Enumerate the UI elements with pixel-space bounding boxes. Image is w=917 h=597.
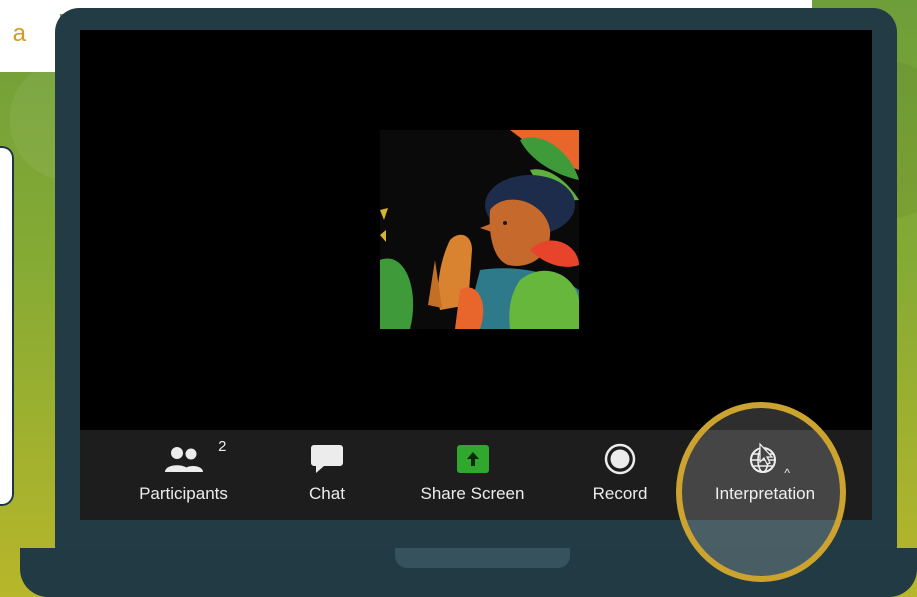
caption-card: a [0, 0, 60, 72]
caption-text: a [12, 20, 26, 47]
share-screen-label: Share Screen [420, 484, 525, 503]
participant-illustration [380, 130, 579, 329]
participant-count: 2 [218, 438, 227, 455]
interpretation-highlight-ring [676, 402, 846, 582]
share-screen-icon [456, 442, 489, 476]
participants-label: Participants [139, 484, 228, 503]
participants-icon: 2 [163, 438, 227, 476]
record-label: Record [592, 484, 648, 503]
participant-video-tile [380, 130, 579, 329]
record-button[interactable]: Record [585, 442, 655, 514]
side-panel-border [0, 146, 14, 506]
participants-button[interactable]: 2 Participants [126, 438, 241, 514]
share-screen-button[interactable]: Share Screen [405, 442, 540, 514]
laptop-notch [395, 548, 570, 568]
record-icon [604, 442, 636, 476]
chat-button[interactable]: Chat [296, 442, 358, 514]
chat-label: Chat [309, 484, 345, 503]
chat-bubble-icon [310, 442, 344, 476]
